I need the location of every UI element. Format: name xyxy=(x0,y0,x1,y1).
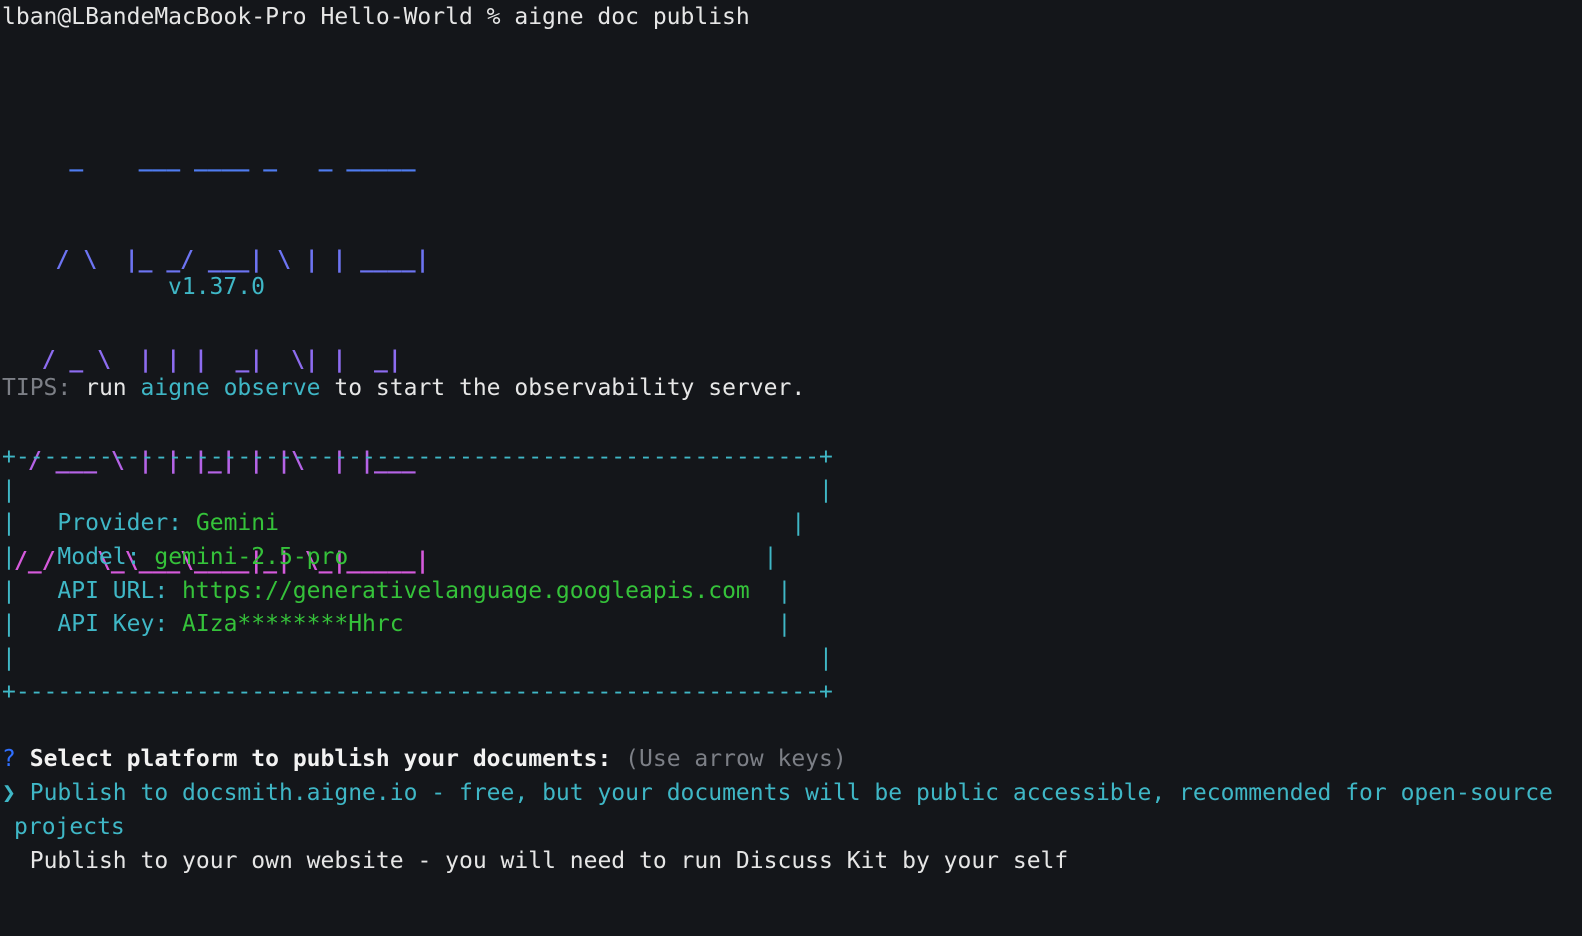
option-pointer xyxy=(2,848,16,874)
option-own-website[interactable]: Publish to your own website - you will n… xyxy=(2,846,1069,876)
api-url-label: API URL: xyxy=(57,578,169,604)
box-border-bottom: +---------------------------------------… xyxy=(2,679,833,705)
box-border-top: +---------------------------------------… xyxy=(2,444,833,470)
tips-command: aigne observe xyxy=(140,375,321,401)
version-label: v1.37.0 xyxy=(168,274,265,300)
model-value: gemini-2.5-pro xyxy=(154,544,349,570)
row-pad: | xyxy=(278,510,806,536)
terminal-window[interactable]: lban@LBandeMacBook-Pro Hello-World % aig… xyxy=(0,0,1582,936)
row-pad: | xyxy=(403,611,792,637)
row-pad: | xyxy=(749,578,792,604)
question-mark-icon: ? xyxy=(2,746,16,772)
model-row: | Model: gemini-2.5-pro | xyxy=(2,544,778,570)
question-hint: (Use arrow keys) xyxy=(625,746,847,772)
option-label: Publish to docsmith.aigne.io - free, but… xyxy=(29,780,1553,806)
provider-value: Gemini xyxy=(195,510,279,536)
tips-after: to start the observability server. xyxy=(320,375,806,401)
platform-question: ? Select platform to publish your docume… xyxy=(2,744,847,774)
row-pad: | xyxy=(348,544,778,570)
api-key-row: | API Key: AIza********Hhrc | xyxy=(2,611,792,637)
provider-label: Provider: xyxy=(57,510,183,536)
option-label: Publish to your own website - you will n… xyxy=(29,848,1069,874)
question-text: Select platform to publish your document… xyxy=(29,746,612,772)
option-docsmith[interactable]: ❯ Publish to docsmith.aigne.io - free, b… xyxy=(2,778,1553,808)
api-key-value: AIza********Hhrc xyxy=(182,611,404,637)
provider-row: | Provider: Gemini | xyxy=(2,510,806,536)
tips-line: TIPS: run aigne observe to start the obs… xyxy=(2,373,805,403)
tips-label: TIPS: xyxy=(2,375,72,401)
box-empty-row: | | xyxy=(2,645,833,671)
api-url-value: https://generativelanguage.googleapis.co… xyxy=(182,578,750,604)
model-label: Model: xyxy=(57,544,141,570)
api-url-row: | API URL: https://generativelanguage.go… xyxy=(2,578,792,604)
tips-before: run xyxy=(71,375,141,401)
pointer-icon: ❯ xyxy=(2,780,16,806)
logo-row: _ ___ ____ _ _ _____ xyxy=(14,146,416,172)
box-empty-row: | | xyxy=(2,477,833,503)
shell-prompt: lban@LBandeMacBook-Pro Hello-World % aig… xyxy=(2,4,750,30)
option-docsmith-wrap[interactable]: projects xyxy=(14,812,125,842)
api-key-label: API Key: xyxy=(57,611,169,637)
